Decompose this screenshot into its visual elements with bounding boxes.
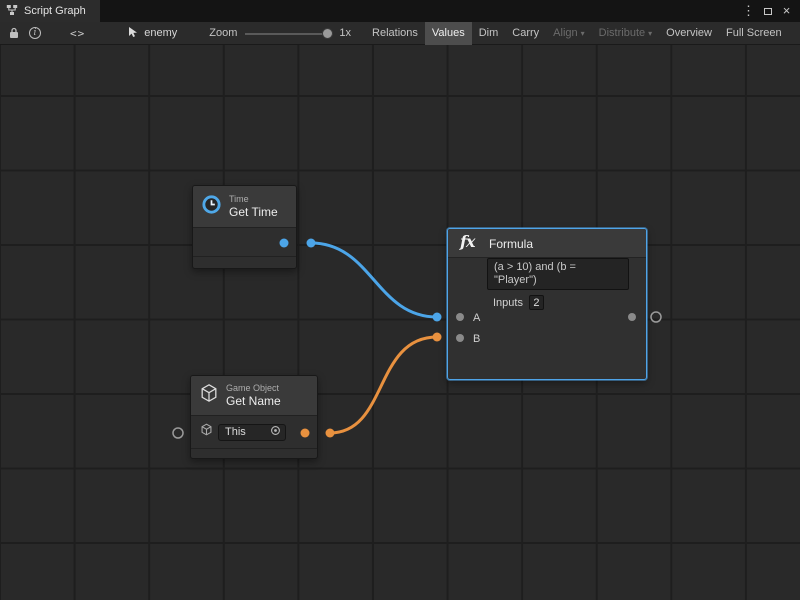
node-title-label: Get Name [226,394,281,408]
zoom-value: 1x [339,27,351,39]
node-get-name[interactable]: Game Object Get Name This [190,375,318,459]
cube-icon [199,383,219,408]
graph-reference[interactable]: enemy [127,26,177,41]
window-menu-button[interactable]: ⋮ [739,0,758,22]
formula-port-a-label: A [473,312,480,324]
zoom-label: Zoom [209,27,237,39]
formula-expression-line2: "Player") [494,274,622,287]
overview-button[interactable]: Overview [659,22,719,45]
info-icon[interactable]: i [26,22,44,45]
values-button[interactable]: Values [425,22,472,45]
align-button-label: Align [553,27,577,39]
node-get-time-body [193,228,296,257]
window-controls: ⋮ × [739,0,800,22]
lock-icon[interactable] [6,22,22,45]
target-object-picker[interactable]: This [218,424,286,441]
carry-button[interactable]: Carry [505,22,546,45]
node-category-label: Game Object [226,383,281,394]
formula-inputs-count-input[interactable]: 2 [529,295,544,310]
node-category-label: Time [229,194,278,205]
chevron-down-icon: ▾ [648,29,652,38]
node-title-label: Formula [489,237,533,251]
target-picker-icon[interactable] [270,425,281,439]
zoom-slider[interactable] [245,22,333,45]
chevron-down-icon: ▾ [581,29,585,38]
distribute-button-label: Distribute [599,27,645,39]
window-titlebar: Script Graph ⋮ × [0,0,800,22]
node-formula[interactable]: fx Formula (a > 10) and (b = "Player") I… [447,228,647,380]
code-edit-icon[interactable]: <> [70,22,85,45]
formula-port-b-label: B [473,333,480,345]
align-button[interactable]: Align ▾ [546,22,591,45]
graph-toolbar: i <> enemy Zoom 1x Relations Values Dim … [0,22,800,45]
clock-icon [201,194,222,220]
inputs-label: Inputs [493,297,523,309]
script-graph-icon [6,4,18,19]
cube-icon-small [200,423,213,441]
dim-button[interactable]: Dim [472,22,506,45]
maximize-icon [764,8,772,15]
tab-script-graph[interactable]: Script Graph [0,0,100,22]
fullscreen-button[interactable]: Full Screen [719,22,789,45]
toolbar-buttons: Relations Values Dim Carry Align ▾ Distr… [365,22,789,45]
graph-name-label: enemy [144,27,177,39]
info-icon-glyph: i [29,27,41,39]
tab-title: Script Graph [24,5,86,17]
formula-expression-line1: (a > 10) and (b = [494,261,622,274]
cursor-icon [127,26,139,41]
zoom-slider-knob[interactable] [322,28,333,39]
graph-canvas[interactable] [0,45,800,600]
node-get-time-header[interactable]: Time Get Time [193,186,296,228]
node-get-time[interactable]: Time Get Time [192,185,297,269]
formula-inputs-row: Inputs 2 [493,295,544,310]
window-close-button[interactable]: × [777,0,796,22]
window-maximize-button[interactable] [758,0,777,22]
formula-expression-input[interactable]: (a > 10) and (b = "Player") [487,258,629,290]
node-title-label: Get Time [229,205,278,219]
node-get-name-header[interactable]: Game Object Get Name [191,376,317,416]
node-get-name-body: This [191,416,317,449]
distribute-button[interactable]: Distribute ▾ [592,22,659,45]
zoom-slider-track [245,33,333,35]
fx-icon: fx [460,232,474,251]
target-object-value: This [225,426,246,438]
relations-button[interactable]: Relations [365,22,425,45]
